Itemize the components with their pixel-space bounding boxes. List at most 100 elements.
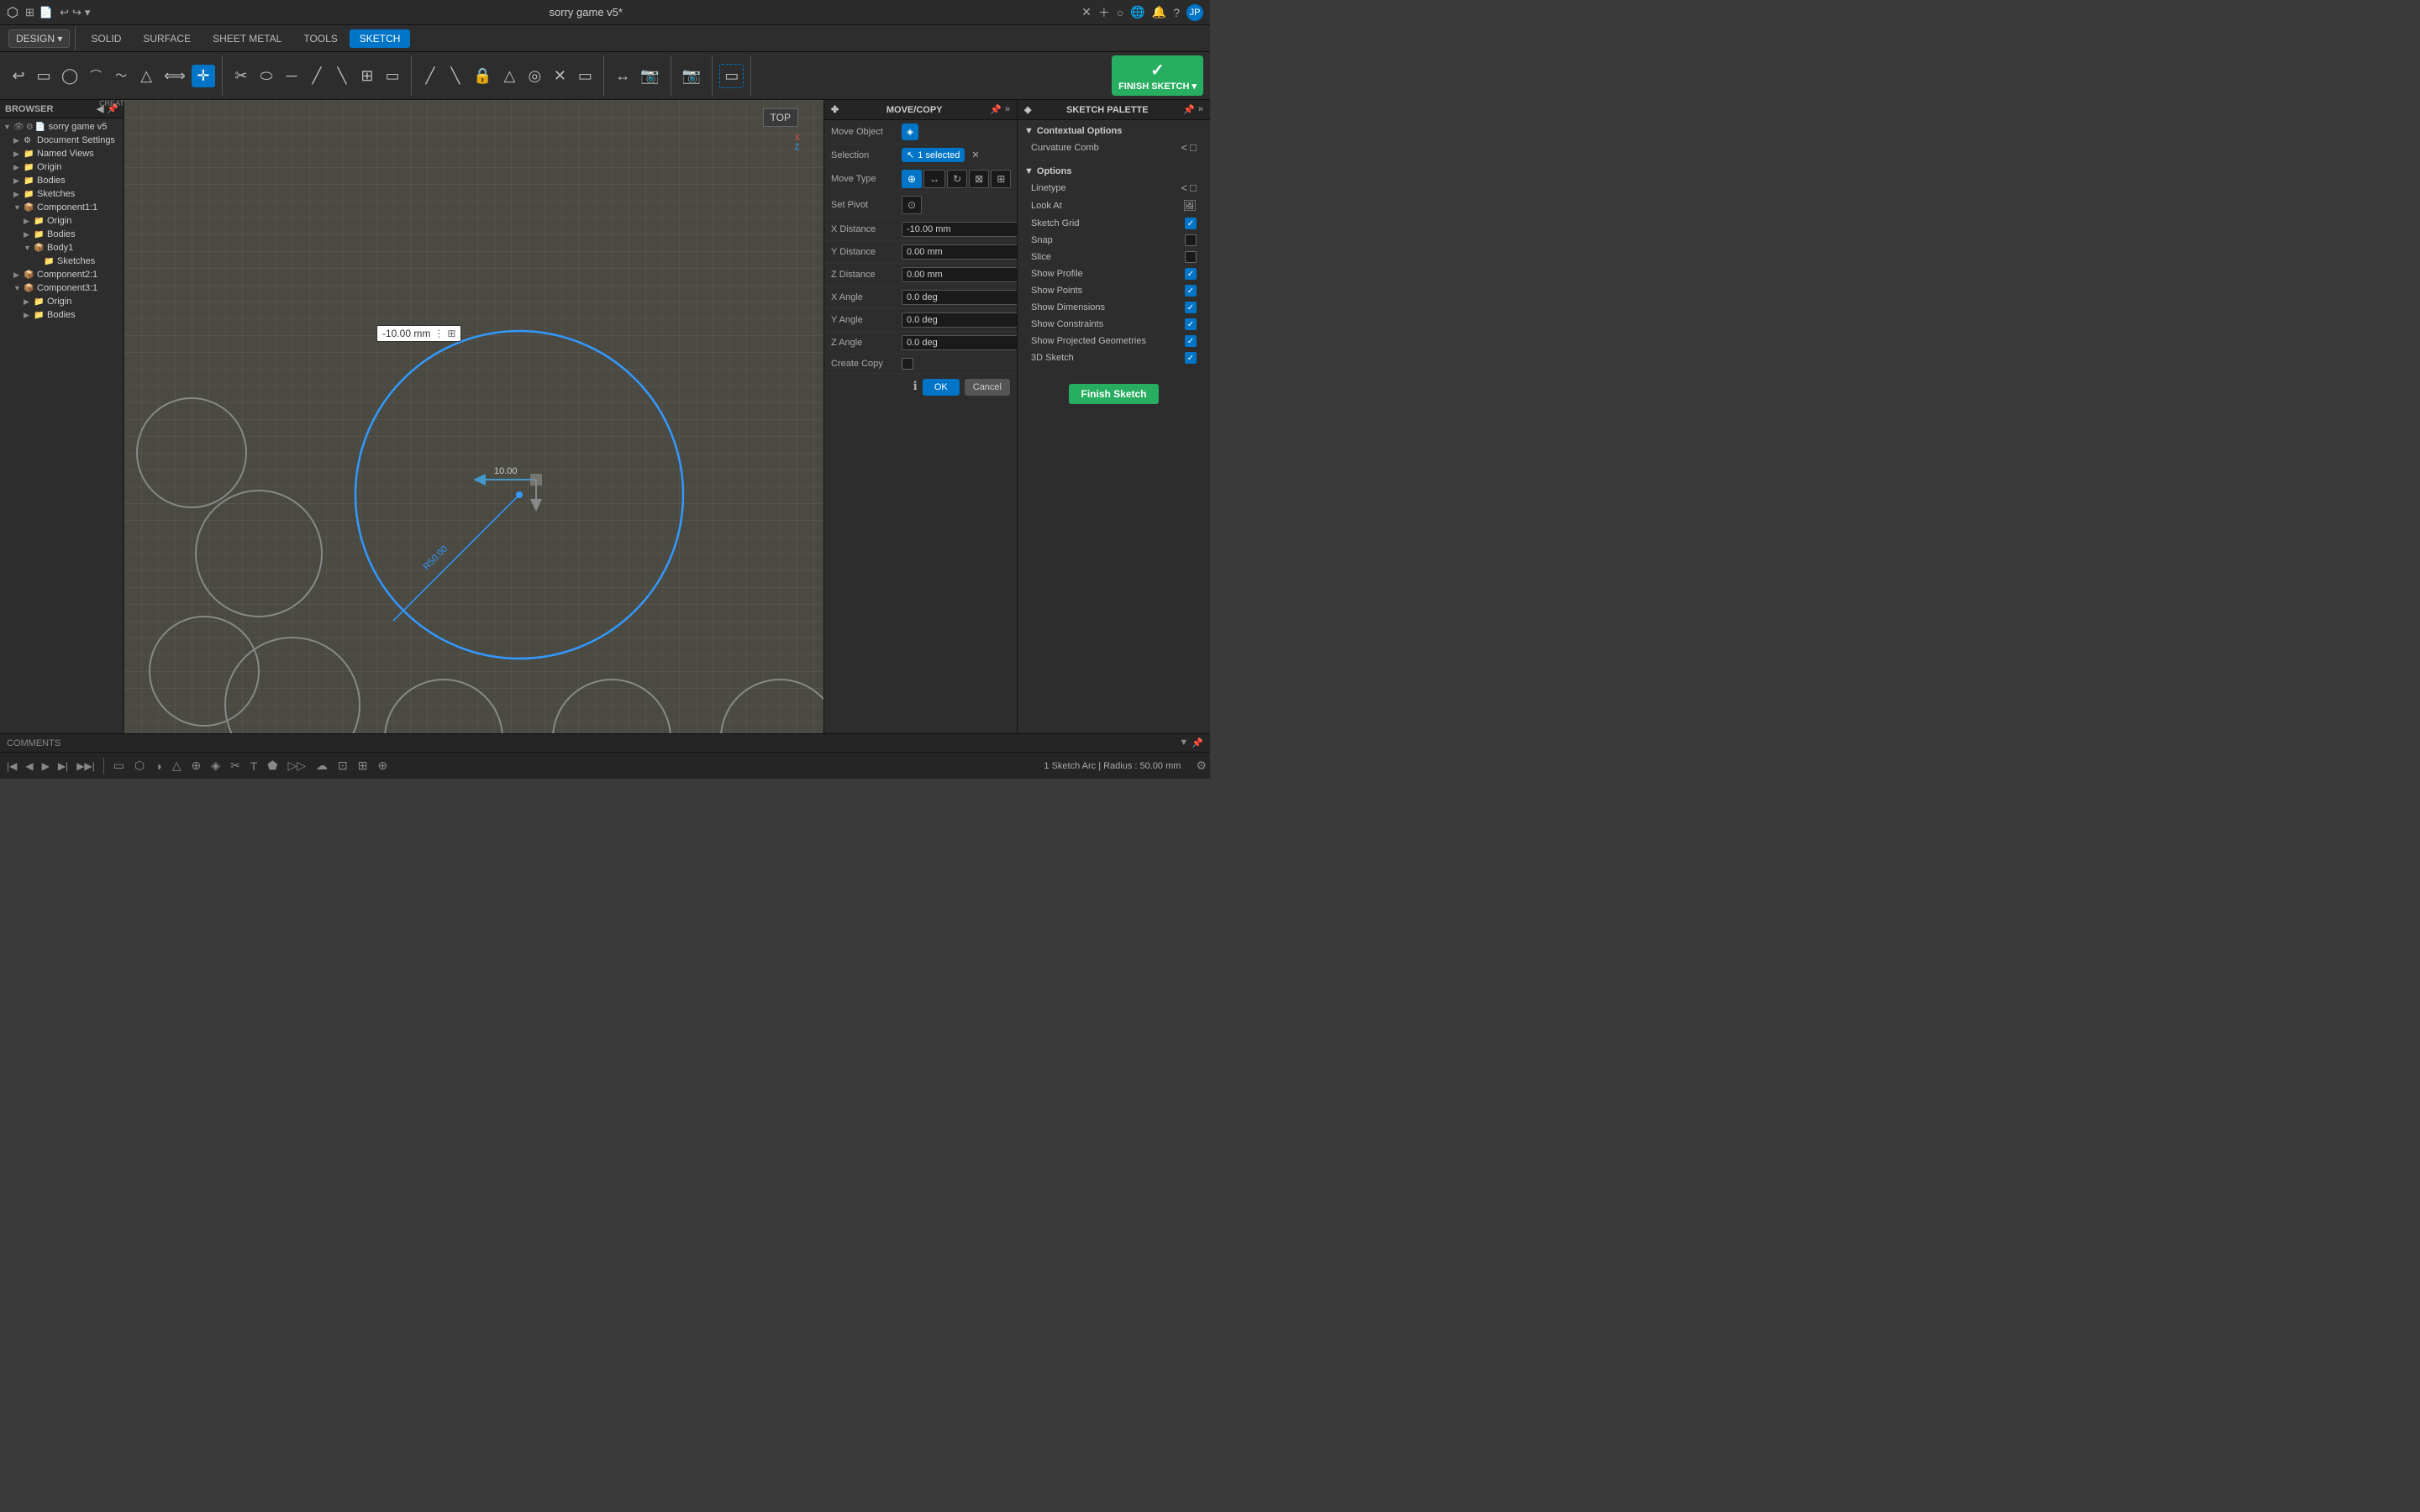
bottom-body-tool[interactable]: ◑ [150, 757, 166, 775]
z-distance-input[interactable]: 0.00 mm [902, 267, 1031, 282]
bottom-cloud-tool[interactable]: ☁ [312, 756, 332, 775]
break-tool[interactable]: ─ [280, 65, 303, 87]
concentric-tool[interactable]: ◎ [523, 65, 546, 87]
slot-tool[interactable]: ⟺ [160, 65, 190, 87]
move-handle[interactable] [530, 474, 542, 486]
comments-collapse-icon[interactable]: ▼ [1179, 738, 1188, 748]
curvature-icon-2[interactable]: □ [1190, 141, 1197, 154]
sketch-3d-checkbox[interactable]: ✓ [1185, 352, 1197, 364]
tree-item-component1:1[interactable]: ▼📦Component1:1 [0, 201, 124, 214]
ok-button[interactable]: OK [923, 379, 960, 396]
tree-item-document-settings[interactable]: ▶⚙Document Settings [0, 134, 124, 147]
polygon-tool[interactable]: △ [134, 65, 158, 87]
bottom-component-tool[interactable]: ⬡ [130, 756, 149, 775]
tab-surface[interactable]: SURFACE [133, 29, 201, 48]
viewport[interactable]: R50.00 10.00 -10.00 mm ⋮ ⊞ TOP [124, 100, 823, 733]
show-dimensions-checkbox[interactable]: ✓ [1185, 302, 1197, 313]
bottom-plus-tool[interactable]: ⊕ [373, 756, 392, 775]
panel-pin-icon[interactable]: 📌 [990, 104, 1002, 115]
y-distance-input[interactable]: 0.00 mm [902, 244, 1031, 260]
z-angle-input[interactable]: 0.0 deg [902, 335, 1031, 350]
tree-item-origin[interactable]: ▶📁Origin [0, 160, 124, 174]
bottom-joint-tool[interactable]: ◈ [207, 756, 224, 775]
scale-btn[interactable]: ⊠ [969, 170, 989, 188]
tree-item-bodies[interactable]: ▶📁Bodies [0, 228, 124, 241]
linetype-icon-1[interactable]: < [1181, 181, 1188, 194]
move-tool[interactable]: ✛ [192, 65, 215, 87]
comments-pin-icon[interactable]: 📌 [1192, 738, 1203, 748]
eye-icon[interactable]: 👁 [13, 123, 24, 132]
design-button[interactable]: DESIGN ▾ [8, 29, 70, 48]
show-constraints-checkbox[interactable]: ✓ [1185, 318, 1197, 330]
bottom-filter-tool[interactable]: ⊞ [354, 756, 372, 775]
finish-sketch-button[interactable]: ✓ FINISH SKETCH ▾ [1112, 55, 1203, 96]
options-header[interactable]: ▼ Options [1024, 164, 1203, 179]
tab-solid[interactable]: SOLID [81, 29, 131, 48]
palette-expand-icon[interactable]: » [1198, 104, 1203, 115]
tree-item-component2:1[interactable]: ▶📦Component2:1 [0, 268, 124, 281]
palette-pin-icon[interactable]: 📌 [1183, 104, 1195, 115]
linetype-icon-2[interactable]: □ [1190, 181, 1197, 194]
fillet-tool[interactable]: ╱ [305, 65, 329, 87]
play-play-icon[interactable]: ▶ [39, 759, 53, 774]
line-tool[interactable]: ↩ [7, 65, 30, 87]
pattern-tool[interactable]: ⊞ [355, 65, 379, 87]
translate-btn[interactable]: ↔ [923, 170, 945, 188]
tree-item-origin[interactable]: ▶📁Origin [0, 214, 124, 228]
bottom-animation-tool[interactable]: ▷▷ [283, 756, 310, 775]
move-object-icon[interactable]: ◈ [902, 123, 918, 140]
globe-icon[interactable]: 🌐 [1130, 5, 1144, 19]
tree-item-sketches[interactable]: ▶📁Sketches [0, 187, 124, 201]
equal-tool[interactable]: ✕ [548, 65, 571, 87]
selection-badge[interactable]: ↖ 1 selected [902, 148, 965, 162]
circle-tool[interactable]: ◯ [57, 65, 82, 87]
bottom-render-tool[interactable]: ⬟ [263, 756, 281, 775]
redo-icon[interactable]: ↪ [72, 6, 82, 19]
arc-tool[interactable]: ⌒ [84, 65, 108, 87]
select-tool[interactable]: ▭ [719, 64, 744, 88]
tree-item-body1[interactable]: ▼📦Body1 [0, 241, 124, 255]
show-profile-checkbox[interactable]: ✓ [1185, 268, 1197, 280]
dim-options-icon[interactable]: ⋮ [434, 328, 444, 339]
panel-expand-icon[interactable]: » [1005, 104, 1010, 115]
grid-icon[interactable]: ⊞ [25, 6, 34, 19]
spline-tool[interactable]: 〜 [109, 65, 133, 87]
trim-tool[interactable]: ✂ [229, 65, 253, 87]
rotate-btn[interactable]: ↻ [947, 170, 967, 188]
coincident-tool[interactable]: ╱ [418, 65, 442, 87]
play-end-icon[interactable]: ▶▶| [73, 759, 98, 774]
gear-icon[interactable]: ⚙ [26, 123, 34, 132]
show-projected-geometries-checkbox[interactable]: ✓ [1185, 335, 1197, 347]
component-btn[interactable]: ⊞ [991, 170, 1011, 188]
dimension-input-box[interactable]: -10.00 mm ⋮ ⊞ [376, 325, 461, 342]
insert-image-tool[interactable]: 📷 [678, 65, 705, 87]
tab-sheet-metal[interactable]: SHEET METAL [203, 29, 292, 48]
help-icon[interactable]: ? [1173, 6, 1180, 19]
snap-checkbox[interactable] [1185, 234, 1197, 246]
settings-icon[interactable]: ⚙ [1196, 759, 1207, 773]
circle-icon[interactable]: ○ [1117, 6, 1123, 19]
tree-item-bodies[interactable]: ▶📁Bodies [0, 308, 124, 322]
bottom-annotation-tool[interactable]: T [246, 757, 262, 775]
rect-tool[interactable]: ▭ [32, 65, 55, 87]
info-icon[interactable]: ℹ [913, 379, 918, 396]
play-prev-icon[interactable]: ◀ [22, 759, 36, 774]
extend-tool[interactable]: ⬭ [255, 65, 278, 87]
palette-finish-sketch-button[interactable]: Finish Sketch [1069, 384, 1158, 404]
tree-item-sketches[interactable]: 📁Sketches [0, 255, 124, 268]
dim-expand-icon[interactable]: ⊞ [447, 328, 455, 339]
set-pivot-btn[interactable]: ⊙ [902, 196, 922, 214]
tree-item-sorry-game-v5[interactable]: ▼👁⚙📄sorry game v5 [0, 120, 124, 134]
tab-tools[interactable]: TOOLS [293, 29, 347, 48]
show-points-checkbox[interactable]: ✓ [1185, 285, 1197, 297]
midpoint-tool[interactable]: △ [497, 65, 521, 87]
lock-tool[interactable]: 🔒 [469, 65, 496, 87]
bottom-select-tool[interactable]: ▭ [109, 756, 129, 775]
bottom-section-tool[interactable]: ⊡ [334, 756, 352, 775]
contextual-options-header[interactable]: ▼ Contextual Options [1024, 123, 1203, 139]
x-angle-input[interactable]: 0.0 deg [902, 290, 1031, 305]
tree-item-origin[interactable]: ▶📁Origin [0, 295, 124, 308]
play-next-icon[interactable]: ▶| [55, 759, 71, 774]
tab-sketch[interactable]: SKETCH [350, 29, 411, 48]
symmetry-tool[interactable]: ▭ [573, 65, 597, 87]
